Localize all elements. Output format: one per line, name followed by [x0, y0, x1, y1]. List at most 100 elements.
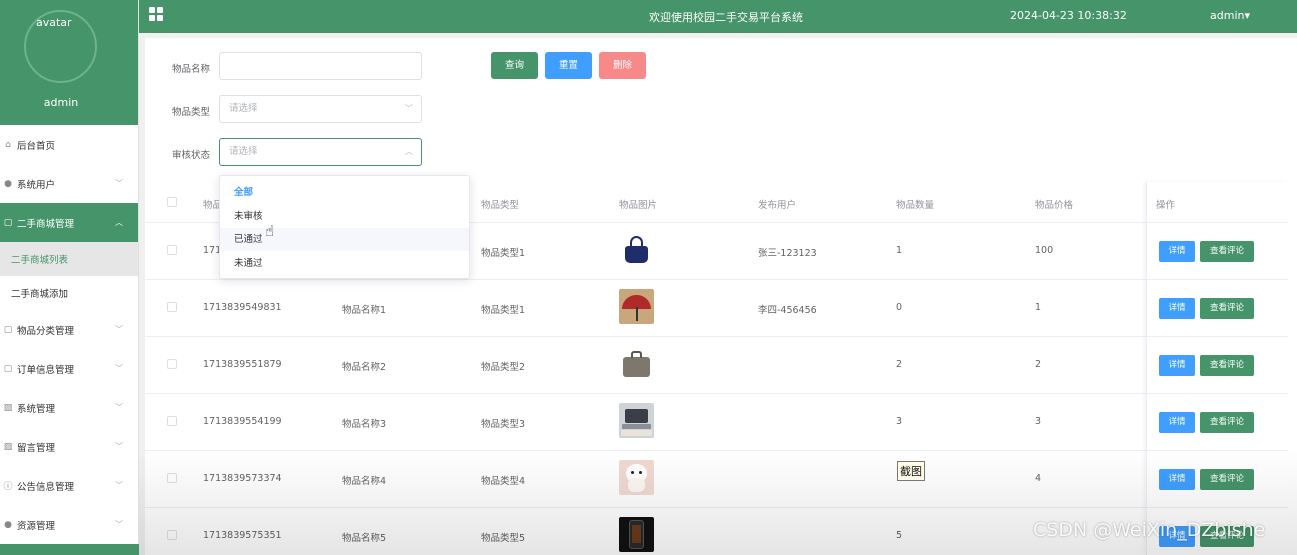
sidebar-item-label: 资源管理 [17, 520, 56, 532]
type-label: 物品类型 [172, 107, 211, 118]
operations-column [1146, 182, 1288, 555]
image-icon: ▨ [3, 402, 13, 413]
table-row: 1713839554199 物品名称3 物品类型3 3 3 详情 查看评论 [145, 394, 1288, 451]
cell-id: 1713839549831 [203, 302, 282, 313]
type-select[interactable]: 请选择 ﹀ [219, 95, 422, 123]
chevron-down-icon: ﹀ [115, 481, 123, 490]
cell-type: 物品类型2 [481, 362, 526, 373]
cell-qty: 2 [896, 359, 903, 370]
folder-icon: ▢ [3, 217, 13, 228]
item-image [619, 289, 654, 324]
sidebar-item[interactable]: ▨ 留言管理 ﹀ [0, 427, 138, 466]
current-datetime: 2024-04-23 10:38:32 [1010, 9, 1127, 22]
sidebar-item[interactable]: ⌂ 后台首页 [0, 125, 138, 164]
folder-icon: ▢ [3, 363, 13, 374]
sidebar-item-label: 订单信息管理 [17, 364, 75, 376]
chevron-down-icon: ﹀ [115, 520, 123, 529]
status-option[interactable]: 未通过 [220, 252, 469, 275]
sidebar-item-label: 二手商城管理 [17, 218, 75, 230]
status-option[interactable]: 全部 [220, 181, 469, 204]
chevron-down-icon: ﹀ [115, 403, 123, 412]
status-option[interactable]: 已通过 [220, 228, 469, 251]
status-select[interactable]: 请选择 ︿ [219, 138, 422, 166]
row-checkbox[interactable] [167, 302, 177, 312]
table-row: 1713839573374 物品名称4 物品类型4 4 详情 查看评论 [145, 451, 1288, 508]
type-select-placeholder: 请选择 [229, 103, 258, 114]
column-header: 物品图片 [619, 200, 658, 211]
sidebar-subitem[interactable]: 二手商城列表 [0, 242, 138, 276]
item-image [619, 517, 654, 552]
column-header: 物品类型 [481, 200, 520, 211]
name-input[interactable] [219, 52, 422, 80]
chevron-down-icon: ﹀ [405, 104, 413, 113]
sidebar-footer [0, 544, 139, 555]
folder-icon: ▢ [3, 324, 13, 335]
query-button[interactable]: 查询 [491, 52, 538, 79]
sidebar-item[interactable]: ▢ 二手商城管理 ︿ [0, 203, 138, 242]
cell-id: 1713839554199 [203, 416, 282, 427]
sidebar-item[interactable]: ▨ 系统管理 ﹀ [0, 388, 138, 427]
cell-qty: 0 [896, 302, 903, 313]
cell-qty: 1 [896, 245, 903, 256]
info-icon: ⓘ [3, 482, 13, 492]
sidebar-item[interactable]: ▢ 物品分类管理 ﹀ [0, 310, 138, 349]
name-label: 物品名称 [172, 64, 211, 75]
sidebar-item-label: 后台首页 [17, 140, 56, 152]
user-icon: ● [4, 178, 12, 189]
sidebar-menu: ⌂ 后台首页 ● 系统用户 ﹀ ▢ 二手商城管理 ︿ 二手商城列表 二手商城添加 ▢ 物品分类管理 ﹀ ▢… [0, 125, 138, 544]
table-row: 1713839551879 物品名称2 物品类型2 2 2 详情 查看评论 [145, 337, 1288, 394]
hand-cursor-icon: ☝ [265, 222, 275, 240]
chevron-down-icon: ﹀ [115, 364, 123, 373]
avatar-alt-text: avatar [36, 16, 72, 29]
row-checkbox[interactable] [167, 359, 177, 369]
sidebar-subitem[interactable]: 二手商城添加 [0, 276, 138, 310]
item-image [619, 232, 654, 267]
sidebar-username: admin [43, 96, 79, 109]
sidebar-header: avatar admin [0, 0, 138, 125]
cell-user: 张三-123123 [758, 248, 817, 259]
row-checkbox[interactable] [167, 245, 177, 255]
chevron-up-icon: ︿ [405, 147, 413, 156]
reset-button[interactable]: 重置 [545, 52, 592, 79]
row-checkbox[interactable] [167, 530, 177, 540]
status-option[interactable]: 未审核 [220, 205, 469, 228]
top-bar: 欢迎使用校园二手交易平台系统 2024-04-23 10:38:32 admin… [139, 0, 1297, 33]
delete-button[interactable]: 删除 [599, 52, 646, 79]
cell-type: 物品类型4 [481, 476, 526, 487]
row-checkbox[interactable] [167, 473, 177, 483]
cell-name: 物品名称4 [342, 476, 387, 487]
main-content: 物品名称 物品类型 请选择 ﹀ 审核状态 请选择 ︿ 查询 重置 删除 物品编号… [145, 38, 1297, 555]
sidebar-item[interactable]: ⓘ 公告信息管理 ﹀ [0, 466, 138, 505]
sidebar-item[interactable]: ▢ 订单信息管理 ﹀ [0, 349, 138, 388]
cell-user: 李四-456456 [758, 305, 817, 316]
sidebar: avatar admin ⌂ 后台首页 ● 系统用户 ﹀ ▢ 二手商城管理 ︿ 二手商城列表 二手… [0, 0, 139, 555]
sidebar-item[interactable]: ● 系统用户 ﹀ [0, 164, 138, 203]
cell-type: 物品类型3 [481, 419, 526, 430]
item-image [619, 460, 654, 495]
cell-id: 1713839551879 [203, 359, 282, 370]
chevron-down-icon: ﹀ [115, 442, 123, 451]
user-menu[interactable]: admin▾ [1210, 9, 1250, 22]
cell-price: 2 [1035, 359, 1042, 370]
status-select-placeholder: 请选择 [229, 146, 258, 157]
sidebar-item[interactable]: ● 资源管理 ﹀ [0, 505, 138, 544]
cell-name: 物品名称1 [342, 305, 387, 316]
watermark: CSDN @WeiXin_DZbishe [1033, 519, 1266, 541]
chevron-up-icon: ︿ [115, 218, 123, 227]
chevron-down-icon: ﹀ [115, 325, 123, 334]
location-icon: ● [4, 519, 12, 530]
table-row: 1713839549831 物品名称1 物品类型1 李四-456456 0 1 详情 查看评论 [145, 280, 1288, 337]
sidebar-item-label: 留言管理 [17, 442, 56, 454]
row-checkbox[interactable] [167, 416, 177, 426]
cell-price: 100 [1035, 245, 1054, 256]
cell-name: 物品名称5 [342, 533, 387, 544]
image-icon: ▨ [3, 441, 13, 452]
column-header: 物品数量 [896, 200, 935, 211]
column-header: 物品价格 [1035, 200, 1074, 211]
select-all-checkbox[interactable] [167, 197, 177, 207]
item-image [619, 403, 654, 438]
cell-qty: 5 [896, 530, 903, 541]
status-label: 审核状态 [172, 150, 211, 161]
cell-type: 物品类型1 [481, 305, 526, 316]
menu-toggle-icon[interactable] [149, 7, 163, 21]
